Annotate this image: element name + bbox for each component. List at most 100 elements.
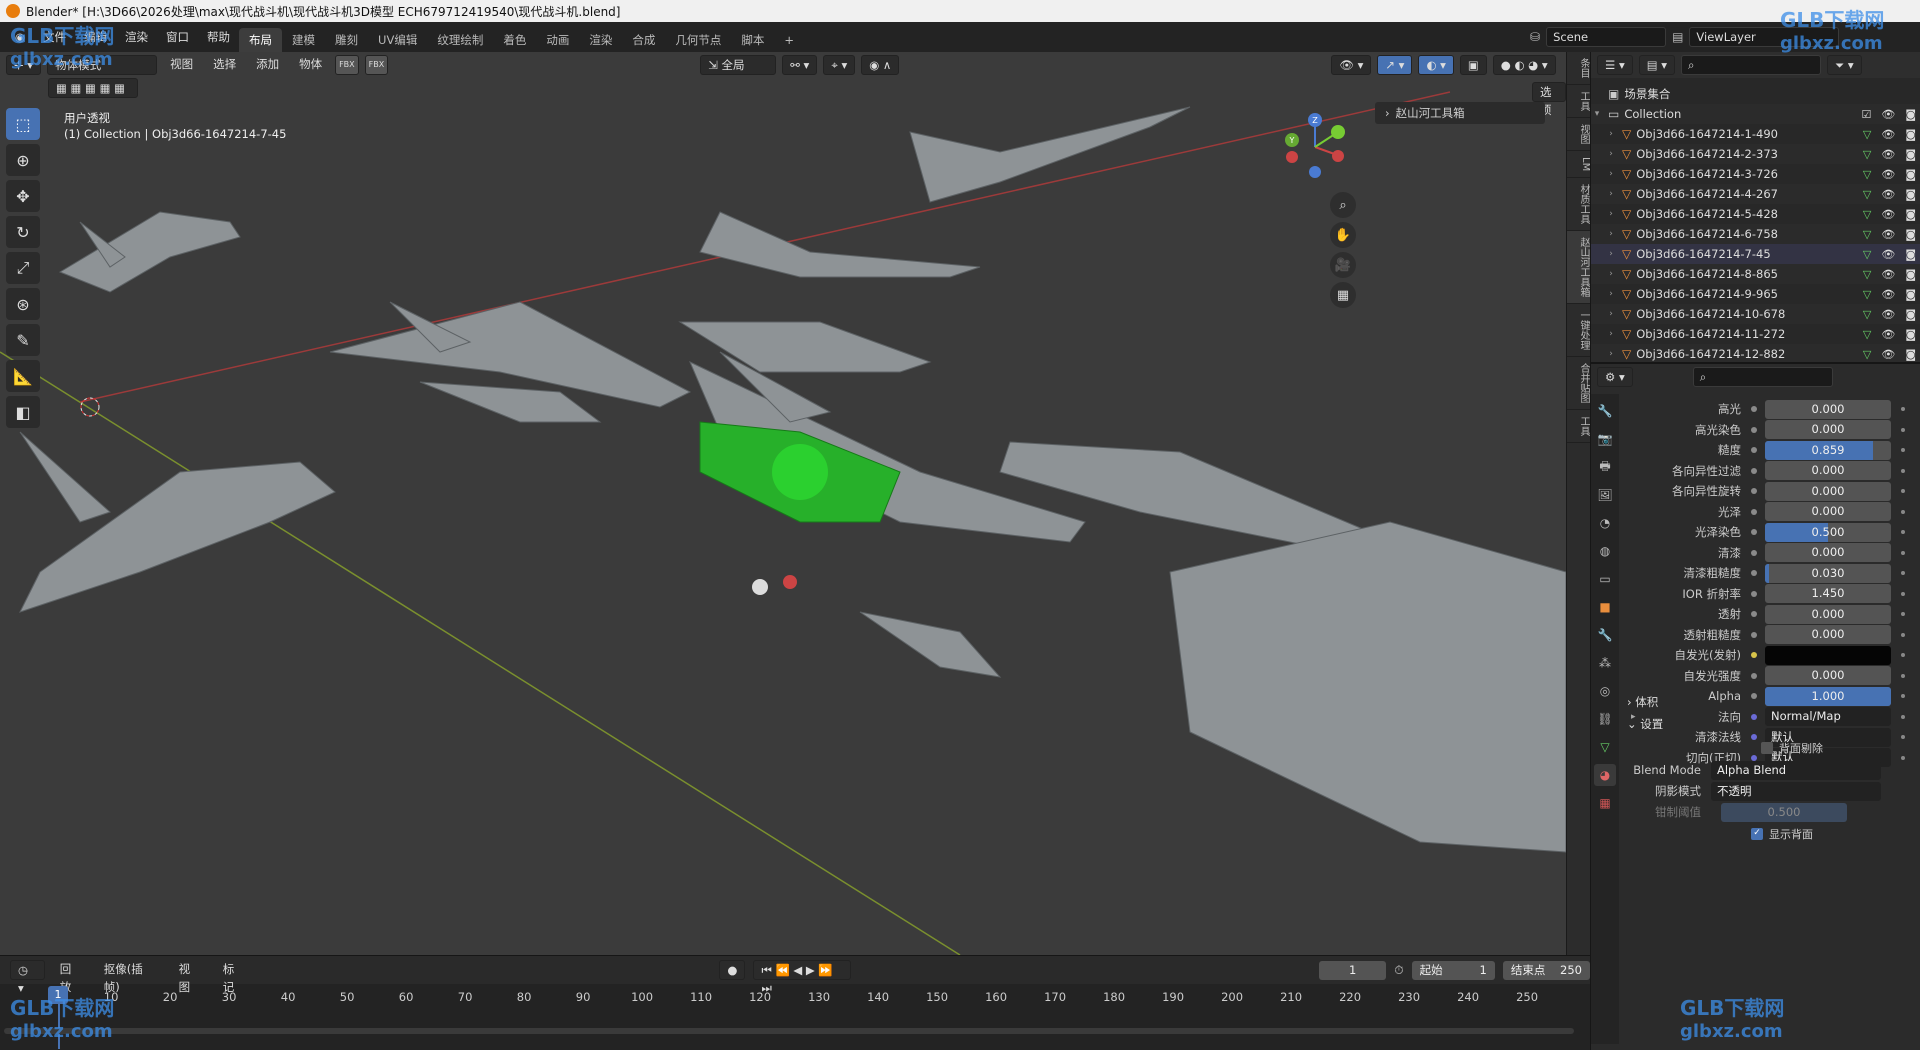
timeline-scrollbar[interactable] bbox=[4, 1028, 1574, 1034]
socket-icon[interactable] bbox=[1751, 652, 1757, 658]
select-mode-buttons[interactable]: ▦ ▦ ▦ ▦ ▦ bbox=[48, 78, 138, 98]
render-camera-icon[interactable]: ◙ bbox=[1905, 268, 1916, 281]
modifier-tab-icon[interactable]: 🔧 bbox=[1594, 624, 1616, 646]
playback-menu[interactable]: 回放 bbox=[53, 960, 89, 994]
render-camera-icon[interactable]: ◙ bbox=[1905, 188, 1916, 201]
volume-section[interactable]: › 体积 bbox=[1627, 694, 1658, 710]
output-tab-icon[interactable]: 🖶 bbox=[1594, 456, 1616, 478]
backface-culling-checkbox[interactable]: 背面剔除 bbox=[1761, 740, 1823, 756]
display-mode-button[interactable]: ▤ ▾ bbox=[1638, 55, 1676, 75]
scene-selector[interactable]: Scene bbox=[1546, 27, 1667, 47]
render-camera-icon[interactable]: ◙ bbox=[1905, 148, 1916, 161]
measure-icon[interactable]: 📐 bbox=[6, 360, 40, 392]
keyframe-dot-icon[interactable] bbox=[1901, 653, 1905, 657]
keying-menu[interactable]: 抠像(插帧) bbox=[97, 960, 164, 994]
outliner-object-row[interactable]: › ▽ Obj3d66-1647214-8-865 ▽ 👁 ◙ bbox=[1591, 264, 1920, 284]
physics-tab-icon[interactable]: ◎ bbox=[1594, 680, 1616, 702]
keyframe-dot-icon[interactable] bbox=[1901, 571, 1905, 575]
property-value-slider[interactable]: 0.859 bbox=[1765, 440, 1891, 460]
keyframe-dot-icon[interactable] bbox=[1901, 468, 1905, 473]
keyframe-dot-icon[interactable] bbox=[1901, 550, 1905, 555]
pivot-button[interactable]: ⚯ ▾ bbox=[782, 55, 818, 75]
end-frame-field[interactable]: 结束点 250 bbox=[1502, 960, 1590, 980]
render-tab-icon[interactable]: 📷 bbox=[1594, 428, 1616, 450]
eye-icon[interactable]: 👁 bbox=[1881, 108, 1895, 121]
expand-icon[interactable]: › bbox=[1605, 229, 1617, 239]
eye-icon[interactable]: 👁 bbox=[1881, 128, 1895, 141]
zoom-icon[interactable]: ⌕ bbox=[1330, 192, 1356, 218]
eye-icon[interactable]: 👁 bbox=[1881, 168, 1895, 181]
keyframe-dot-icon[interactable] bbox=[1901, 612, 1905, 616]
constraints-tab-icon[interactable]: ⛓ bbox=[1594, 708, 1616, 730]
socket-icon[interactable] bbox=[1751, 406, 1757, 412]
render-camera-icon[interactable]: ◙ bbox=[1905, 168, 1916, 181]
tab-animation[interactable]: 动画 bbox=[536, 28, 579, 52]
keyframe-dot-icon[interactable] bbox=[1901, 509, 1905, 514]
navigation-gizmo[interactable]: Z Y bbox=[1280, 112, 1350, 182]
select-menu[interactable]: 选择 bbox=[206, 55, 243, 75]
expand-icon[interactable]: › bbox=[1605, 249, 1617, 259]
keyframe-dot-icon[interactable] bbox=[1901, 530, 1905, 534]
render-camera-icon[interactable]: ◙ bbox=[1905, 208, 1916, 221]
options-button[interactable]: 选项 bbox=[1532, 82, 1566, 117]
cursor-icon[interactable]: ⊕ bbox=[6, 144, 40, 176]
blend-mode-select[interactable]: Alpha Blend bbox=[1711, 760, 1881, 780]
property-value-slider[interactable]: 0.030 bbox=[1765, 563, 1891, 583]
tab-material-tools[interactable]: 材质工具 bbox=[1567, 178, 1591, 232]
annotate-icon[interactable]: ✎ bbox=[6, 324, 40, 356]
tab-one-click[interactable]: 一键处理 bbox=[1567, 304, 1591, 358]
property-value-slider[interactable]: 0.000 bbox=[1765, 604, 1891, 624]
outliner-object-row[interactable]: › ▽ Obj3d66-1647214-10-678 ▽ 👁 ◙ bbox=[1591, 304, 1920, 324]
keyframe-dot-icon[interactable] bbox=[1901, 591, 1905, 596]
expand-icon[interactable]: › bbox=[1605, 309, 1617, 319]
property-value-slider[interactable]: 0.000 bbox=[1765, 399, 1891, 419]
rotate-icon[interactable]: ↻ bbox=[6, 216, 40, 248]
tab-layout[interactable]: 布局 bbox=[239, 28, 283, 52]
settings-section[interactable]: ⌄ 设置 bbox=[1627, 716, 1663, 732]
data-tab-icon[interactable]: ▽ bbox=[1594, 736, 1616, 758]
tab-texture-paint[interactable]: 纹理绘制 bbox=[427, 28, 493, 52]
keyframe-dot-icon[interactable] bbox=[1901, 407, 1905, 411]
expand-icon[interactable]: › bbox=[1605, 169, 1617, 179]
filter-icon[interactable]: ⏷ ▾ bbox=[1827, 55, 1862, 75]
transform-orientation-selector[interactable]: ⇲ 全局 bbox=[700, 55, 777, 75]
keyframe-dot-icon[interactable] bbox=[1901, 735, 1905, 739]
eye-icon[interactable]: 👁 bbox=[1881, 348, 1895, 361]
overlay-toggle-button[interactable]: ◐ ▾ bbox=[1418, 55, 1454, 75]
eye-icon[interactable]: 👁 bbox=[1881, 248, 1895, 261]
outliner-object-row[interactable]: › ▽ Obj3d66-1647214-4-267 ▽ 👁 ◙ bbox=[1591, 184, 1920, 204]
render-camera-icon[interactable]: ◙ bbox=[1905, 328, 1916, 341]
keyframe-dot-icon[interactable] bbox=[1901, 427, 1905, 432]
keyframe-dot-icon[interactable] bbox=[1901, 673, 1905, 678]
tab-view[interactable]: 视图 bbox=[1567, 118, 1591, 151]
eye-icon[interactable]: 👁 bbox=[1881, 288, 1895, 301]
visibility-button[interactable]: 👁 ▾ bbox=[1331, 55, 1372, 75]
object-menu[interactable]: 物体 bbox=[292, 55, 329, 75]
socket-icon[interactable] bbox=[1751, 611, 1757, 617]
outliner-search-input[interactable]: ⌕ bbox=[1681, 55, 1822, 75]
toolbox-panel-header[interactable]: › 赵山河工具箱 bbox=[1375, 102, 1545, 124]
tab-compositing[interactable]: 合成 bbox=[622, 28, 665, 52]
expand-icon[interactable]: › bbox=[1605, 329, 1617, 339]
expand-icon[interactable]: › bbox=[1605, 149, 1617, 159]
outliner-object-row[interactable]: › ▽ Obj3d66-1647214-3-726 ▽ 👁 ◙ bbox=[1591, 164, 1920, 184]
socket-icon[interactable] bbox=[1751, 693, 1757, 699]
tab-geometry-nodes[interactable]: 几何节点 bbox=[665, 28, 731, 52]
socket-icon[interactable] bbox=[1751, 590, 1757, 597]
playback-controls[interactable]: ⏮ ⏪ ◀ ▶ ⏩ ⏭ bbox=[753, 960, 852, 995]
property-link-field[interactable]: Normal/Map bbox=[1765, 707, 1891, 726]
expand-icon[interactable]: › bbox=[1605, 129, 1617, 139]
xray-button[interactable]: ▣ bbox=[1459, 55, 1487, 75]
eye-icon[interactable]: 👁 bbox=[1881, 228, 1895, 241]
collection-row[interactable]: ▾ ▭ Collection ☑ 👁 ◙ bbox=[1591, 104, 1920, 124]
properties-editor-type[interactable]: ⚙ ▾ bbox=[1597, 367, 1633, 387]
socket-icon[interactable] bbox=[1751, 447, 1757, 453]
texture-tab-icon[interactable]: ▦ bbox=[1594, 792, 1616, 814]
tab-modeling[interactable]: 建模 bbox=[282, 28, 325, 52]
add-cube-icon[interactable]: ◧ bbox=[6, 396, 40, 428]
move-icon[interactable]: ✥ bbox=[6, 180, 40, 212]
socket-icon[interactable] bbox=[1751, 631, 1757, 638]
clip-threshold-field[interactable]: 0.500 bbox=[1721, 802, 1847, 822]
property-value-slider[interactable]: 1.000 bbox=[1765, 686, 1891, 706]
render-camera-icon[interactable]: ◙ bbox=[1905, 248, 1916, 261]
